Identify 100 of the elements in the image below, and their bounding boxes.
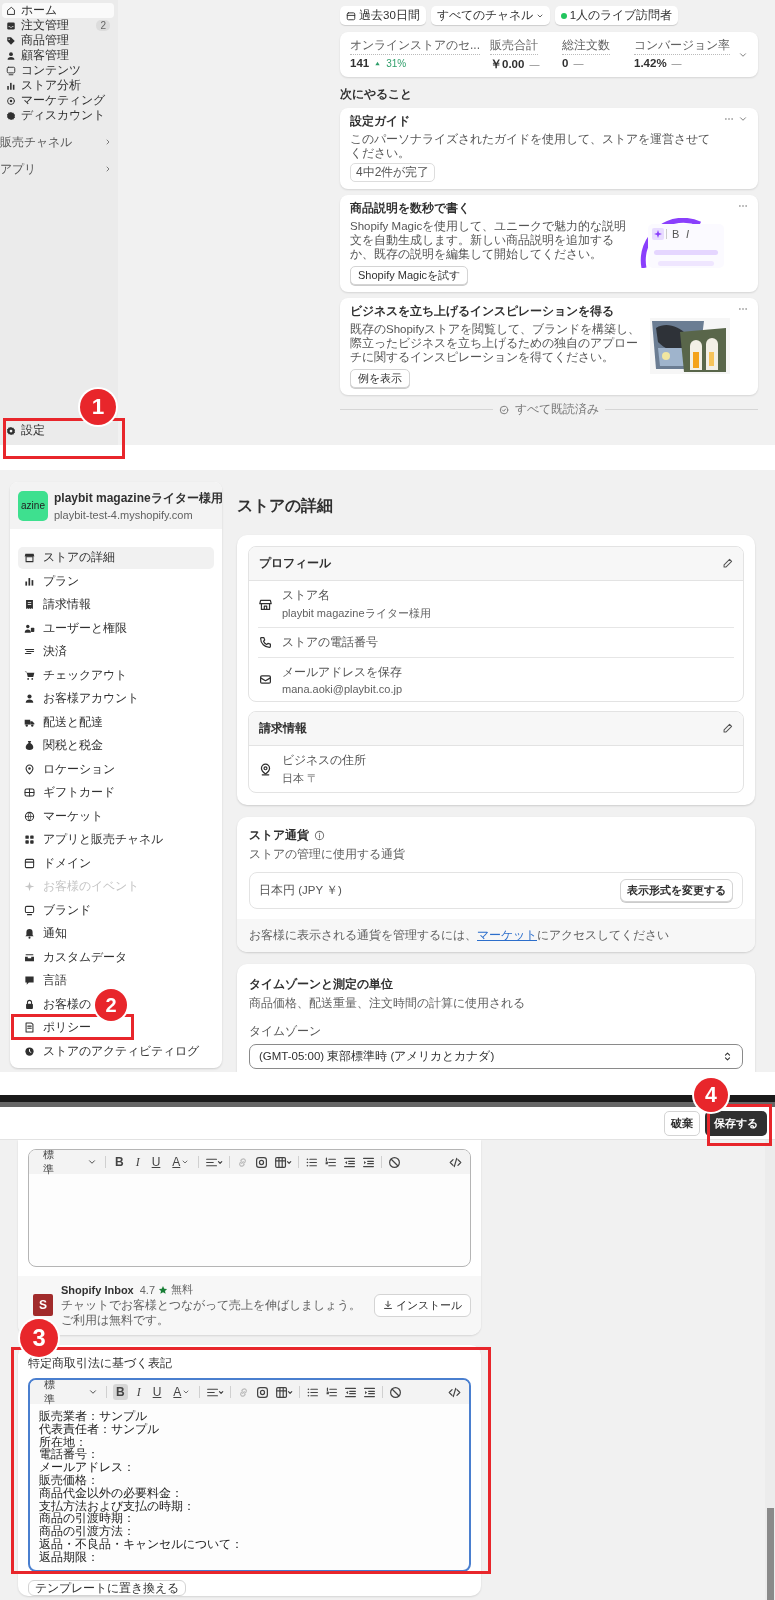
action-button[interactable]: 例を表示 bbox=[350, 369, 410, 389]
format-letter: B bbox=[672, 228, 680, 241]
pencil-icon[interactable] bbox=[722, 558, 733, 569]
format-toggle[interactable]: U bbox=[148, 1154, 164, 1170]
action-button[interactable]: Shopify Magicを試す bbox=[350, 266, 469, 286]
filter-button[interactable]: すべてのチャネル bbox=[430, 6, 550, 25]
card-description: Shopify Magicを使用して、ユニークで魅力的な説明文を自動生成します。新しい商品説明を追加するか、既存の説明を編集して開始してください。 bbox=[350, 219, 628, 262]
app-logo: S bbox=[33, 1294, 53, 1316]
nav-item[interactable]: 配送と配達 bbox=[18, 713, 103, 731]
format-toggle[interactable]: U bbox=[149, 1384, 165, 1400]
change-format-button[interactable]: 表示形式を変更する bbox=[620, 879, 733, 902]
filter-button[interactable]: 過去30日間 bbox=[340, 6, 426, 25]
nav-item[interactable]: ストア分析 bbox=[2, 78, 114, 93]
scrollbar-thumb[interactable] bbox=[767, 1508, 774, 1600]
nav-item[interactable]: ブランド bbox=[18, 901, 91, 919]
editor-label: 特定商取引法に基づく表記 bbox=[28, 1356, 173, 1371]
nav-item[interactable]: ストアの詳細 bbox=[18, 546, 214, 569]
panel-heading: プロフィール bbox=[259, 555, 331, 572]
clear-format-icon[interactable] bbox=[389, 1385, 403, 1399]
discard-button[interactable]: 破棄 bbox=[664, 1110, 700, 1136]
code-icon[interactable] bbox=[449, 1155, 462, 1169]
trend-change: — bbox=[671, 57, 682, 69]
nav-item[interactable]: マーケット bbox=[18, 807, 103, 825]
nav-item[interactable]: ロケーション bbox=[18, 760, 115, 778]
nav-item[interactable]: チェックアウト bbox=[18, 666, 127, 684]
gift-card-icon bbox=[24, 787, 35, 799]
nav-item[interactable]: アプリと販売チャネル bbox=[18, 831, 163, 849]
all-read-label: すべて既読済み bbox=[515, 401, 599, 419]
editor-field[interactable]: 販売業者：サンプル 代表責任者：サンプル 所在地： 電話番号： メールアドレス： 販売価格： 商品代金以外の必要料金： 支払方法および支払の時期： 商品の引渡時期： 商品の引渡方法： 返品・不良品・キャンセルについて： 返品期限： bbox=[30, 1404, 469, 1570]
nav-item[interactable]: ディスカウント bbox=[2, 108, 114, 123]
nav-item[interactable]: 注文管理 2 bbox=[2, 18, 114, 33]
format-toggle[interactable]: B bbox=[112, 1154, 127, 1170]
select-arrows-icon bbox=[722, 1051, 733, 1062]
indent-icon[interactable] bbox=[362, 1155, 376, 1169]
image-icon[interactable] bbox=[256, 1385, 270, 1399]
install-button[interactable]: インストール bbox=[374, 1293, 471, 1317]
code-icon[interactable] bbox=[448, 1385, 461, 1399]
nav-item[interactable]: お客様の bbox=[18, 995, 91, 1013]
format-toggle[interactable]: B bbox=[113, 1384, 128, 1400]
nav-item[interactable]: 決済 bbox=[18, 643, 67, 661]
image-icon[interactable] bbox=[255, 1155, 269, 1169]
page-title: ストアの詳細 bbox=[237, 496, 334, 516]
nav-item[interactable]: プラン bbox=[18, 572, 79, 590]
filter-button[interactable]: 1人のライブ訪問者 bbox=[554, 6, 679, 25]
text-color-button[interactable]: A bbox=[169, 1154, 193, 1170]
table-icon[interactable] bbox=[274, 1155, 293, 1169]
pin-icon bbox=[24, 763, 35, 775]
nav-item[interactable]: お客様アカウント bbox=[18, 690, 139, 708]
markets-link[interactable]: マーケット bbox=[477, 929, 537, 941]
format-toggle[interactable]: I bbox=[132, 1153, 143, 1171]
text-color-button[interactable]: A bbox=[170, 1384, 194, 1400]
format-dropdown[interactable]: 標準 bbox=[38, 1380, 100, 1407]
nav-item[interactable]: マーケティング bbox=[2, 93, 114, 108]
nav-item[interactable]: 関税と税金 bbox=[18, 737, 103, 755]
nav-item[interactable]: ホーム bbox=[2, 3, 114, 18]
bullet-list-icon[interactable] bbox=[306, 1385, 320, 1399]
indent-icon[interactable] bbox=[363, 1385, 377, 1399]
app-rating: 4.7 bbox=[139, 1283, 156, 1296]
nav-item[interactable]: ユーザーと権限 bbox=[18, 619, 127, 637]
timezone-select[interactable]: (GMT-05:00) 東部標準時 (アメリカとカナダ) bbox=[249, 1044, 743, 1069]
nav-item[interactable]: ポリシー bbox=[18, 1019, 91, 1037]
bullet-list-icon[interactable] bbox=[305, 1155, 319, 1169]
numbered-list-icon[interactable] bbox=[324, 1155, 338, 1169]
settings-item[interactable]: 設定 bbox=[2, 423, 114, 438]
store-icon bbox=[259, 597, 272, 611]
nav-item[interactable]: 言語 bbox=[18, 972, 67, 990]
nav-item[interactable]: 請求情報 bbox=[18, 596, 91, 614]
app-price: 無料 bbox=[171, 1282, 194, 1297]
nav-item[interactable]: コンテンツ bbox=[2, 63, 114, 78]
pencil-icon[interactable] bbox=[722, 723, 733, 734]
info-icon[interactable] bbox=[314, 830, 325, 841]
nav-item[interactable]: ドメイン bbox=[18, 854, 91, 872]
trend-change: — bbox=[529, 59, 540, 70]
nav-item[interactable]: 通知 bbox=[18, 925, 67, 943]
nav-item[interactable]: カスタムデータ bbox=[18, 948, 127, 966]
chevron-down-icon[interactable] bbox=[738, 114, 748, 124]
field-value: playbit magazineライター様用 bbox=[282, 606, 431, 621]
chevron-down-icon[interactable] bbox=[738, 50, 748, 60]
tray-icon bbox=[24, 951, 35, 963]
save-button[interactable]: 保存する bbox=[705, 1110, 767, 1136]
nav-section[interactable]: 販売チャネル bbox=[0, 135, 118, 149]
nav-item[interactable]: 顧客管理 bbox=[2, 48, 114, 63]
bar-chart-icon bbox=[24, 575, 35, 587]
chevron-down-icon bbox=[87, 1157, 97, 1167]
text-line: 電話番号： bbox=[39, 1448, 100, 1462]
format-toggle[interactable]: I bbox=[133, 1383, 144, 1401]
nav-item[interactable]: ストアのアクティビティログ bbox=[18, 1042, 199, 1060]
replace-template-button[interactable]: テンプレートに置き換える bbox=[28, 1579, 186, 1596]
numbered-list-icon[interactable] bbox=[325, 1385, 339, 1399]
clear-format-icon[interactable] bbox=[388, 1155, 402, 1169]
nav-item[interactable]: 商品管理 bbox=[2, 33, 114, 48]
nav-section[interactable]: アプリ bbox=[0, 162, 118, 176]
currency-note: お客様に表示される通貨を管理するには、マーケット にアクセスしてください bbox=[237, 919, 755, 952]
outdent-icon[interactable] bbox=[343, 1155, 357, 1169]
app-name: Shopify Inbox bbox=[61, 1283, 134, 1296]
nav-item[interactable]: ギフトカード bbox=[18, 784, 115, 802]
outdent-icon[interactable] bbox=[344, 1385, 358, 1399]
table-icon[interactable] bbox=[275, 1385, 294, 1399]
text-line: 商品の引渡方法： bbox=[39, 1525, 136, 1538]
text-line: 支払方法および支払の時期： bbox=[39, 1499, 196, 1513]
